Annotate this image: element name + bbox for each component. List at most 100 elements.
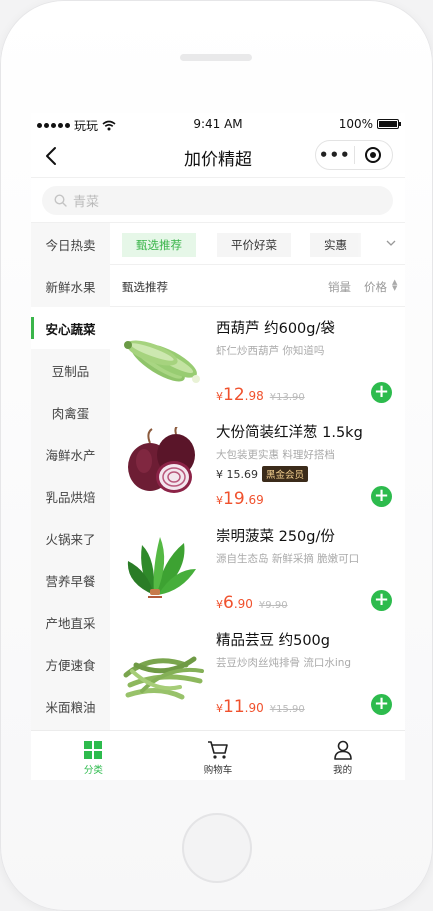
spinach-image bbox=[127, 537, 196, 598]
nav-bar: 加价精超 ••• bbox=[31, 135, 405, 177]
sidebar-item-label: 火锅来了 bbox=[45, 531, 96, 547]
product-name: 精品芸豆 约500g bbox=[216, 633, 330, 649]
zucchini-image bbox=[124, 340, 200, 383]
sidebar-item-vegetables[interactable]: 安心蔬菜 bbox=[31, 307, 110, 349]
sidebar-item-seafood[interactable]: 海鲜水产 bbox=[31, 433, 110, 475]
chip-selected-recommend[interactable]: 甄选推荐 bbox=[122, 233, 196, 257]
sidebar-item-label: 产地直采 bbox=[45, 615, 96, 631]
sidebar-item-label: 乳品烘焙 bbox=[45, 489, 96, 505]
sort-bar: 甄选推荐 销量 价格 ▲ ▼ bbox=[110, 265, 405, 307]
currency-symbol: ¥ bbox=[216, 598, 223, 611]
more-menu-button[interactable]: ••• bbox=[316, 146, 354, 164]
sidebar-item-label: 今日热卖 bbox=[45, 237, 96, 253]
sidebar-item-label: 营养早餐 bbox=[45, 573, 96, 589]
sidebar-item-instant-food[interactable]: 方便速食 bbox=[31, 643, 110, 685]
add-to-cart-button[interactable]: + bbox=[371, 382, 392, 403]
sidebar-item-meat-eggs[interactable]: 肉禽蛋 bbox=[31, 391, 110, 433]
sidebar-item-label: 豆制品 bbox=[51, 363, 90, 379]
user-icon bbox=[333, 740, 352, 760]
price-decimal: .69 bbox=[244, 493, 264, 507]
add-to-cart-button[interactable]: + bbox=[371, 590, 392, 611]
sidebar-item-breakfast[interactable]: 营养早餐 bbox=[31, 559, 110, 601]
battery-area: 100% bbox=[338, 117, 401, 131]
search-input[interactable]: 青菜 bbox=[42, 186, 393, 215]
chip-value[interactable]: 实惠 bbox=[310, 233, 361, 257]
tab-label: 分类 bbox=[83, 765, 103, 776]
miniapp-capsule: ••• bbox=[315, 140, 393, 170]
currency-symbol: ¥ bbox=[216, 702, 223, 715]
price-decimal: .98 bbox=[244, 389, 264, 403]
member-price: ¥ 15.69 bbox=[216, 467, 258, 481]
currency-symbol: ¥ bbox=[216, 390, 223, 403]
section-title: 甄选推荐 bbox=[122, 280, 168, 294]
tab-bar: 分类 购物车 我的 bbox=[31, 730, 405, 780]
product-list: 西葫芦 约600g/袋 虾仁炒西葫芦 你知道吗 ¥12.98 ¥13.90 + bbox=[110, 307, 405, 730]
sidebar-item-dairy-bakery[interactable]: 乳品烘焙 bbox=[31, 475, 110, 517]
price-integer: 12 bbox=[223, 385, 245, 405]
sidebar-item-label: 海鲜水产 bbox=[45, 447, 96, 463]
add-to-cart-button[interactable]: + bbox=[371, 694, 392, 715]
sidebar-item-hotpot[interactable]: 火锅来了 bbox=[31, 517, 110, 559]
chips-fade bbox=[357, 223, 405, 264]
battery-percent: 100% bbox=[338, 117, 373, 131]
chip-affordable[interactable]: 平价好菜 bbox=[217, 233, 291, 257]
tab-me[interactable]: 我的 bbox=[280, 731, 405, 780]
price-decimal: .90 bbox=[233, 597, 253, 611]
price-integer: 6 bbox=[223, 593, 234, 613]
product-card[interactable]: 大份简装红洋葱 1.5kg 大包装更实惠 料理好搭档 ¥ 15.69 黑金会员 … bbox=[110, 411, 405, 515]
tab-category[interactable]: 分类 bbox=[31, 731, 156, 780]
status-bar: 玩玩 9:41 AM 100% bbox=[31, 113, 405, 135]
tab-label: 购物车 bbox=[203, 765, 233, 776]
sort-arrows-icon: ▲ ▼ bbox=[392, 278, 398, 292]
currency-symbol: ¥ bbox=[216, 494, 223, 507]
sidebar-item-grain-oil[interactable]: 米面粮油 bbox=[31, 685, 110, 727]
product-desc: 源自生态岛 新鲜采摘 脆嫩可口 bbox=[216, 553, 360, 565]
sort-by-sales[interactable]: 销量 bbox=[328, 279, 351, 295]
sort-by-price[interactable]: 价格 bbox=[364, 279, 387, 295]
original-price: ¥9.90 bbox=[258, 600, 288, 611]
tab-label: 我的 bbox=[333, 765, 353, 776]
sidebar-item-today-hot[interactable]: 今日热卖 bbox=[31, 223, 110, 265]
red-onion-image bbox=[128, 427, 195, 493]
product-desc: 芸豆炒肉丝炖排骨 流口水ing bbox=[216, 657, 352, 669]
filter-chips: 甄选推荐 平价好菜 实惠 bbox=[110, 223, 405, 265]
close-miniapp-button[interactable] bbox=[354, 147, 392, 163]
home-button[interactable] bbox=[182, 813, 252, 883]
product-name: 西葫芦 约600g/袋 bbox=[216, 321, 335, 337]
price-integer: 19 bbox=[223, 489, 245, 509]
sidebar-item-tofu[interactable]: 豆制品 bbox=[31, 349, 110, 391]
search-placeholder: 青菜 bbox=[73, 195, 100, 210]
price-integer: 11 bbox=[223, 697, 245, 717]
product-price: ¥12.98 ¥13.90 bbox=[216, 385, 305, 405]
sidebar-item-label: 方便速食 bbox=[45, 657, 96, 673]
search-icon bbox=[54, 194, 67, 207]
product-price: ¥11.90 ¥15.90 bbox=[216, 697, 305, 717]
add-to-cart-button[interactable]: + bbox=[371, 486, 392, 507]
category-sidebar: 今日热卖 新鲜水果 安心蔬菜 豆制品 肉禽蛋 海鲜水产 乳品烘焙 火锅来了 营养… bbox=[31, 223, 110, 730]
product-desc: 虾仁炒西葫芦 你知道吗 bbox=[216, 345, 325, 357]
member-price-row: ¥ 15.69 黑金会员 bbox=[216, 466, 309, 482]
battery-icon bbox=[377, 119, 401, 129]
sidebar-item-origin-direct[interactable]: 产地直采 bbox=[31, 601, 110, 643]
speaker-slot bbox=[180, 54, 252, 61]
product-price: ¥19.69 bbox=[216, 489, 264, 509]
tab-cart[interactable]: 购物车 bbox=[156, 731, 281, 780]
sidebar-item-label: 安心蔬菜 bbox=[45, 321, 96, 337]
target-icon bbox=[365, 147, 382, 163]
product-card[interactable]: 崇明菠菜 250g/份 源自生态岛 新鲜采摘 脆嫩可口 ¥6.90 ¥9.90 + bbox=[110, 515, 405, 619]
grid-icon bbox=[84, 741, 103, 759]
sidebar-item-label: 肉禽蛋 bbox=[51, 405, 90, 421]
original-price: ¥13.90 bbox=[269, 392, 305, 403]
chevron-down-icon[interactable] bbox=[385, 237, 397, 249]
sidebar-item-fruit[interactable]: 新鲜水果 bbox=[31, 265, 110, 307]
search-bar: 青菜 bbox=[31, 177, 405, 223]
product-price: ¥6.90 ¥9.90 bbox=[216, 593, 288, 613]
phone-frame: 玩玩 9:41 AM 100% 加价精超 ••• 青菜 今日热卖 新鲜水果 安心… bbox=[0, 0, 433, 911]
product-name: 崇明菠菜 250g/份 bbox=[216, 529, 335, 545]
product-desc: 大包装更实惠 料理好搭档 bbox=[216, 449, 335, 461]
green-beans-image bbox=[123, 656, 204, 700]
app-screen: 玩玩 9:41 AM 100% 加价精超 ••• 青菜 今日热卖 新鲜水果 安心… bbox=[31, 113, 405, 780]
product-card[interactable]: 精品芸豆 约500g 芸豆炒肉丝炖排骨 流口水ing ¥11.90 ¥15.90 … bbox=[110, 619, 405, 723]
sidebar-item-label: 新鲜水果 bbox=[45, 279, 96, 295]
product-card[interactable]: 西葫芦 约600g/袋 虾仁炒西葫芦 你知道吗 ¥12.98 ¥13.90 + bbox=[110, 307, 405, 411]
